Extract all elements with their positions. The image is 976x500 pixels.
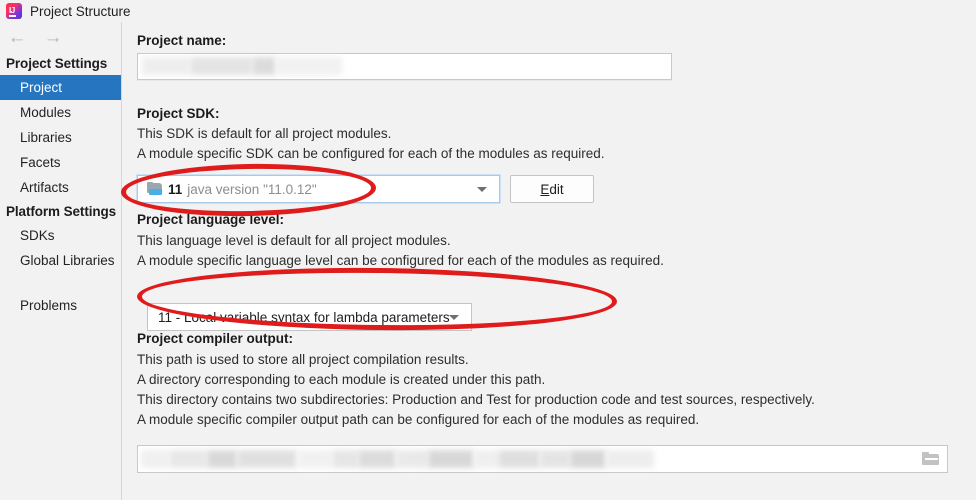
settings-sidebar: ← → Project Settings Project Modules Lib…: [0, 22, 122, 500]
redacted-block: [252, 57, 276, 75]
sidebar-item-libraries[interactable]: Libraries: [0, 125, 121, 150]
redacted-block: [142, 57, 190, 75]
sidebar-item-problems[interactable]: Problems: [0, 293, 121, 318]
redacted-block: [396, 450, 428, 468]
intellij-idea-icon: IJ: [6, 3, 22, 19]
project-sdk-combo[interactable]: 11 java version "11.0.12": [137, 175, 500, 203]
project-sdk-description-line-1: This SDK is default for all project modu…: [137, 126, 392, 141]
compiler-output-input[interactable]: [137, 445, 948, 473]
redacted-block: [190, 57, 252, 75]
redacted-block: [207, 450, 237, 468]
sidebar-item-sdks[interactable]: SDKs: [0, 223, 121, 248]
chevron-down-icon[interactable]: [449, 315, 459, 320]
redacted-block: [276, 57, 342, 75]
redacted-block: [169, 450, 207, 468]
compiler-output-description-line-4: A module specific compiler output path c…: [137, 412, 700, 427]
window-title: Project Structure: [30, 3, 131, 19]
java-sdk-folder-icon: [147, 182, 163, 196]
project-sdk-description-line-2: A module specific SDK can be configured …: [137, 146, 605, 161]
redacted-block: [474, 450, 498, 468]
project-sdk-description: java version "11.0.12": [187, 181, 317, 197]
project-language-level-label: Project language level:: [137, 212, 285, 227]
sidebar-item-modules[interactable]: Modules: [0, 100, 121, 125]
redacted-block: [498, 450, 540, 468]
folder-browse-icon[interactable]: [922, 452, 939, 466]
sidebar-group-platform-settings: Platform Settings: [6, 204, 117, 219]
project-name-input[interactable]: [137, 53, 672, 80]
redacted-block: [428, 450, 474, 468]
sidebar-group-project-settings: Project Settings: [6, 56, 108, 71]
window-title-bar: IJ Project Structure: [0, 0, 976, 22]
redacted-block: [540, 450, 570, 468]
sidebar-item-project[interactable]: Project: [0, 75, 121, 100]
redacted-block: [332, 450, 358, 468]
back-arrow-icon[interactable]: ←: [6, 28, 28, 47]
redacted-block: [141, 450, 169, 468]
compiler-output-description-line-3: This directory contains two subdirectori…: [137, 392, 815, 407]
project-language-level-description-line-2: A module specific language level can be …: [137, 253, 664, 268]
redacted-block: [606, 450, 654, 468]
project-name-label: Project name:: [137, 33, 227, 48]
redacted-block: [358, 450, 396, 468]
sidebar-item-global-libraries[interactable]: Global Libraries: [0, 248, 121, 273]
language-level-value: 11 - Local variable syntax for lambda pa…: [158, 309, 450, 325]
project-language-level-description-line-1: This language level is default for all p…: [137, 233, 451, 248]
forward-arrow-icon[interactable]: →: [42, 28, 64, 47]
edit-sdk-button[interactable]: Edit: [510, 175, 594, 203]
language-level-combo[interactable]: 11 - Local variable syntax for lambda pa…: [147, 303, 472, 331]
project-sdk-version: 11: [168, 181, 183, 197]
navigation-arrows: ← →: [0, 22, 121, 52]
chevron-down-icon[interactable]: [477, 187, 487, 192]
compiler-output-description-line-1: This path is used to store all project c…: [137, 352, 469, 367]
compiler-output-description-line-2: A directory corresponding to each module…: [137, 372, 546, 387]
project-compiler-output-label: Project compiler output:: [137, 331, 294, 346]
project-settings-panel: Project name: Project SDK: This SDK is d…: [123, 22, 976, 500]
edit-button-label: Edit: [540, 182, 563, 197]
edit-button-rest: dit: [549, 181, 564, 197]
redacted-block: [237, 450, 297, 468]
sidebar-item-facets[interactable]: Facets: [0, 150, 121, 175]
project-sdk-label: Project SDK:: [137, 106, 220, 121]
redacted-block: [570, 450, 606, 468]
sidebar-item-artifacts[interactable]: Artifacts: [0, 175, 121, 200]
redacted-block: [297, 450, 332, 468]
